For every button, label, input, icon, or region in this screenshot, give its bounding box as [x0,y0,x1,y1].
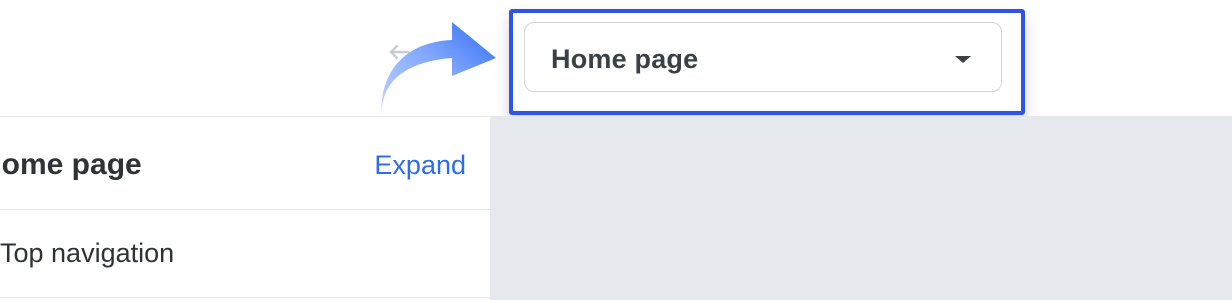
panel-title: Home page [0,148,142,181]
section-label: Top navigation [0,238,175,268]
editor-toolbar: Home page [0,0,1232,118]
section-item-top-navigation[interactable]: Top navigation [0,210,490,298]
chevron-down-icon [955,56,971,63]
preview-canvas [491,116,1232,300]
page-select-value: Home page [551,44,699,74]
left-panel: Home page Expand Top navigation [0,116,491,300]
page-select[interactable]: Home page [524,22,1002,92]
panel-header: Home page Expand [0,117,490,210]
expand-link[interactable]: Expand [374,150,466,181]
callout-arrow-icon [381,22,496,118]
